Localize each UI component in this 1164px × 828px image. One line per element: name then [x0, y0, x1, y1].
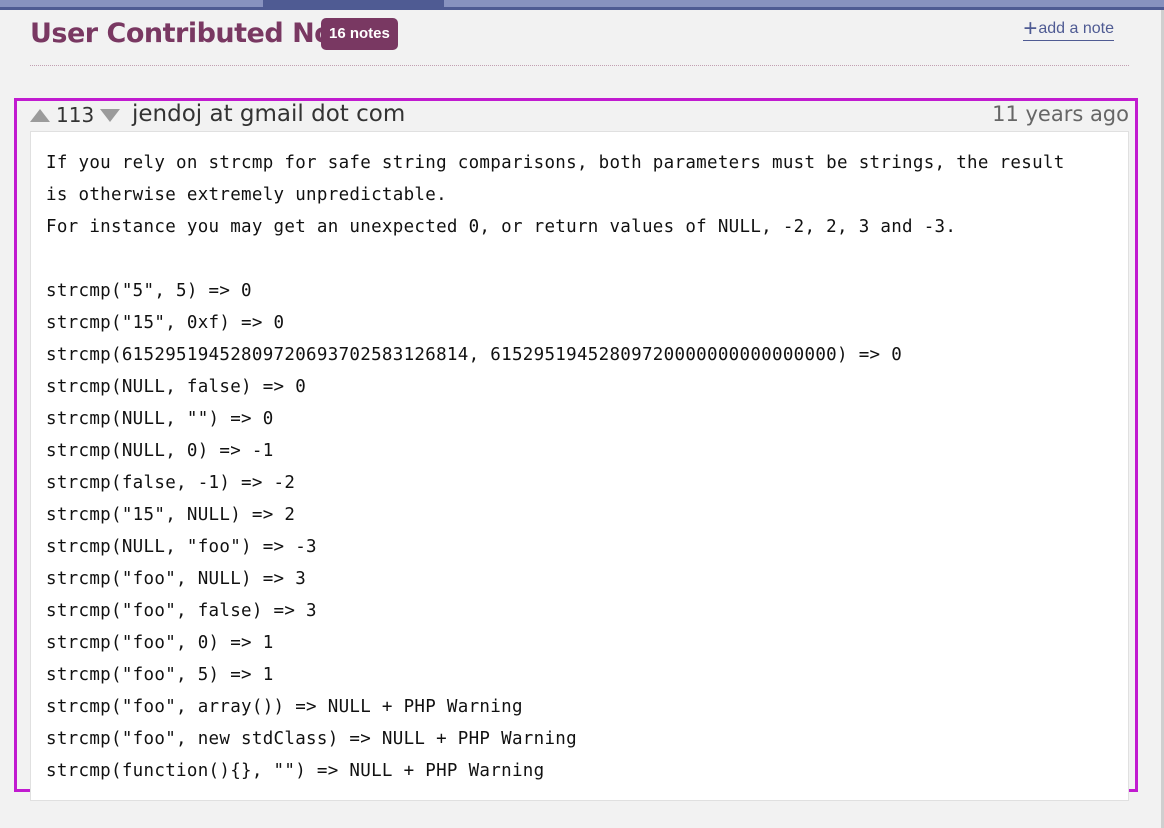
note-body: If you rely on strcmp for safe string co…: [30, 131, 1129, 801]
note-line: strcmp("5", 5) => 0: [46, 281, 252, 301]
note-line: If you rely on strcmp for safe string co…: [46, 153, 1065, 173]
note-line: strcmp(NULL, 0) => -1: [46, 441, 274, 461]
note-vote: 113: [30, 103, 121, 127]
note-date: 11 years ago: [992, 102, 1129, 126]
plus-icon: +: [1023, 15, 1038, 42]
note-line: strcmp("foo", array()) => NULL + PHP War…: [46, 697, 523, 717]
header-divider: [30, 65, 1129, 66]
note-line: strcmp("foo", 5) => 1: [46, 665, 274, 685]
note-line: strcmp("foo", false) => 3: [46, 601, 317, 621]
note-line: is otherwise extremely unpredictable.: [46, 185, 447, 205]
note-line: strcmp("15", 0xf) => 0: [46, 313, 285, 333]
vote-up-icon[interactable]: [30, 108, 50, 122]
note-line: strcmp("foo", NULL) => 3: [46, 569, 307, 589]
note-line: [46, 243, 1113, 275]
note-line: strcmp(NULL, "foo") => -3: [46, 537, 317, 557]
note-line: strcmp(NULL, "") => 0: [46, 409, 274, 429]
add-note-link[interactable]: +add a note: [1023, 15, 1114, 42]
user-notes-header: User Contributed Notes 16 notes +add a n…: [30, 16, 1129, 66]
note-line: strcmp(NULL, false) => 0: [46, 377, 307, 397]
note-author[interactable]: jendoj at gmail dot com: [132, 101, 405, 127]
page: User Contributed Notes 16 notes +add a n…: [0, 0, 1164, 828]
note-line: strcmp("foo", new stdClass) => NULL + PH…: [46, 729, 577, 749]
note-line: strcmp(61529519452809720693702583126814,…: [46, 345, 903, 365]
note-line: strcmp(function(){}, "") => NULL + PHP W…: [46, 761, 545, 781]
top-strip-shadow: [0, 7, 1164, 10]
note-line: strcmp("15", NULL) => 2: [46, 505, 296, 525]
note-line: strcmp("foo", 0) => 1: [46, 633, 274, 653]
notes-count-badge: 16 notes: [321, 18, 398, 50]
vote-down-icon[interactable]: [100, 108, 121, 122]
note-line: For instance you may get an unexpected 0…: [46, 217, 957, 237]
add-note-label: add a note: [1038, 20, 1114, 37]
vote-score: 113: [56, 103, 95, 127]
note-line: strcmp(false, -1) => -2: [46, 473, 296, 493]
note-header: 113 jendoj at gmail dot com 11 years ago: [30, 99, 1129, 131]
top-nav-active-tab[interactable]: [263, 0, 444, 8]
